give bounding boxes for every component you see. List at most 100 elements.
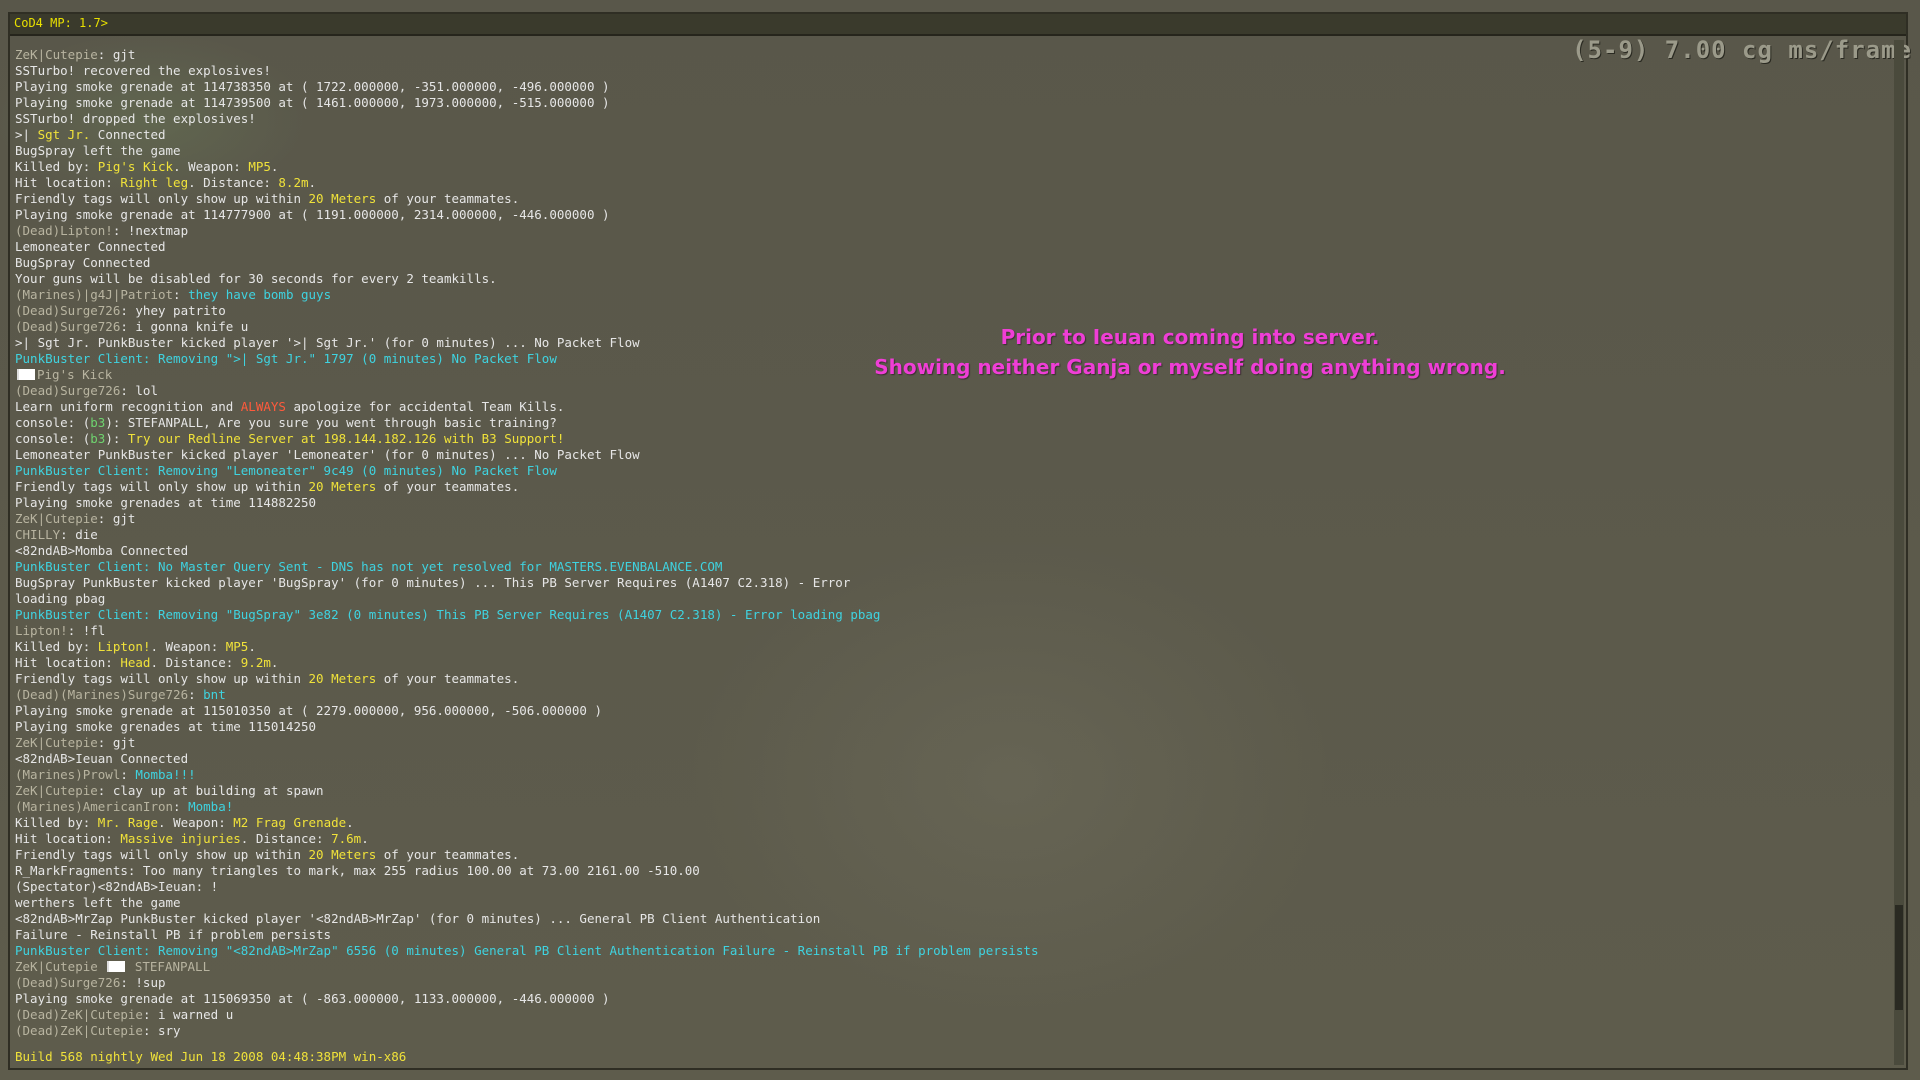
annotation-line-1: Prior to Ieuan coming into server.	[1000, 325, 1380, 349]
console-text: : !sup	[120, 975, 166, 990]
console-text: of your teammates.	[376, 191, 520, 206]
console-line: loading pbag	[15, 591, 1885, 607]
console-text: : !fl	[67, 623, 106, 638]
console-text: Momba!	[188, 799, 234, 814]
console-text: of your teammates.	[376, 479, 520, 494]
console-text: <82ndAB>Momba Connected	[15, 543, 189, 558]
console-line: Playing smoke grenade at 114739500 at ( …	[15, 95, 1885, 111]
console-line: console: (b3): Try our Redline Server at…	[15, 431, 1885, 447]
console-line: PunkBuster Client: Removing "<82ndAB>MrZ…	[15, 943, 1885, 959]
console-line: (Dead)Surge726: !sup	[15, 975, 1885, 991]
console-text: werthers left the game	[15, 895, 181, 910]
console-text: (Dead)Surge726	[15, 975, 121, 990]
console-text: : gjt	[97, 47, 136, 62]
console-line: <82ndAB>MrZap PunkBuster kicked player '…	[15, 911, 1885, 927]
console-text: b3	[90, 431, 106, 446]
console-line: console: (b3): STEFANPALL, Are you sure …	[15, 415, 1885, 431]
console-text: <82ndAB>MrZap PunkBuster kicked player '…	[15, 911, 821, 926]
console-line: (Dead)(Marines)Surge726: bnt	[15, 687, 1885, 703]
console-text: PunkBuster Client: Removing "<82ndAB>MrZ…	[15, 943, 1039, 958]
console-text: console: (	[15, 431, 91, 446]
console-text: . Distance:	[150, 655, 241, 670]
console-text: :	[188, 687, 204, 702]
console-text: Friendly tags will only show up within	[15, 847, 309, 862]
console-text: Hit location:	[15, 831, 121, 846]
console-text: (Dead)Surge726	[15, 319, 121, 334]
console-text: Momba!!!	[135, 767, 196, 782]
console-text: 7.6m	[331, 831, 362, 846]
console-line: ZeK|Cutepie: gjt	[15, 47, 1885, 63]
console-text: . Distance:	[240, 831, 332, 846]
console-text: : i gonna knife u	[120, 319, 249, 334]
console-text: STEFANPALL	[127, 959, 211, 974]
console-text: b3	[90, 415, 106, 430]
console-line: Playing smoke grenade at 114738350 at ( …	[15, 79, 1885, 95]
flag-icon	[107, 961, 126, 972]
console-text: BugSpray left the game	[15, 143, 181, 158]
console-line: Playing smoke grenades at time 114882250	[15, 495, 1885, 511]
console-line: CHILLY: die	[15, 527, 1885, 543]
console-text: Sgt Jr.	[37, 127, 91, 142]
console-text: : !nextmap	[112, 223, 189, 238]
console-text: .	[270, 159, 279, 174]
console-text: of your teammates.	[376, 847, 520, 862]
console-line: <82ndAB>Ieuan Connected	[15, 751, 1885, 767]
annotation-line-2: Showing neither Ganja or myself doing an…	[874, 355, 1506, 379]
console-text: ): STEFANPALL, Are you sure you went thr…	[105, 415, 557, 430]
console-text: Pig's Kick	[37, 367, 113, 382]
console-text: . Weapon:	[173, 159, 249, 174]
console-text: 20 Meters	[308, 479, 377, 494]
console-text: >| Sgt Jr. PunkBuster kicked player '>| …	[15, 335, 640, 350]
console-text: ALWAYS	[240, 399, 286, 414]
console-line: Your guns will be disabled for 30 second…	[15, 271, 1885, 287]
console-line: (Spectator)<82ndAB>Ieuan: !	[15, 879, 1885, 895]
console-line: BugSpray PunkBuster kicked player 'BugSp…	[15, 575, 1885, 591]
console-text: (Dead)Surge726	[15, 383, 121, 398]
flag-icon	[17, 369, 35, 380]
console-text: 20 Meters	[308, 671, 377, 686]
console-text: .	[270, 655, 279, 670]
console-text: Playing smoke grenade at 115010350 at ( …	[15, 703, 602, 718]
annotation-overlay: Prior to Ieuan coming into server. Showi…	[860, 322, 1520, 382]
console-title-bar: CoD4 MP: 1.7>	[10, 14, 1906, 36]
console-text: Playing smoke grenade at 115069350 at ( …	[15, 991, 610, 1006]
console-line: PunkBuster Client: Removing "BugSpray" 3…	[15, 607, 1885, 623]
console-text: PunkBuster Client: No Master Query Sent …	[15, 559, 723, 574]
console-text: PunkBuster Client: Removing "Lemoneater"…	[15, 463, 557, 478]
console-text: Playing smoke grenades at time 115014250	[15, 719, 317, 734]
console-line: (Dead)ZeK|Cutepie: i warned u	[15, 1007, 1885, 1023]
console-text: Hit location:	[15, 175, 121, 190]
console-text: Lipton!	[97, 639, 151, 654]
console-line: Friendly tags will only show up within 2…	[15, 847, 1885, 863]
console-text: 20 Meters	[308, 847, 377, 862]
console-scrollbar-thumb[interactable]	[1895, 905, 1903, 1010]
console-text: Failure - Reinstall PB if problem persis…	[15, 927, 332, 942]
console-text: bnt	[203, 687, 226, 702]
console-text: (Dead)Lipton!	[15, 223, 113, 238]
console-line: (Dead)Lipton!: !nextmap	[15, 223, 1885, 239]
console-text: Playing smoke grenades at time 114882250	[15, 495, 317, 510]
console-text: ):	[105, 431, 128, 446]
console-text: Playing smoke grenade at 114739500 at ( …	[15, 95, 610, 110]
console-text: Your guns will be disabled for 30 second…	[15, 271, 497, 286]
console-line: Failure - Reinstall PB if problem persis…	[15, 927, 1885, 943]
console-line: Learn uniform recognition and ALWAYS apo…	[15, 399, 1885, 415]
console-line: Killed by: Mr. Rage. Weapon: M2 Frag Gre…	[15, 815, 1885, 831]
console-line: (Marines)AmericanIron: Momba!	[15, 799, 1885, 815]
console-text: . Distance:	[188, 175, 279, 190]
console-line: Lemoneater Connected	[15, 239, 1885, 255]
console-text: Head	[120, 655, 151, 670]
console-text: :	[173, 287, 189, 302]
console-text: Killed by:	[15, 639, 98, 654]
console-line: (Marines)|g4J|Patriot: they have bomb gu…	[15, 287, 1885, 303]
console-text: Lemoneater PunkBuster kicked player 'Lem…	[15, 447, 640, 462]
console-text: Killed by:	[15, 815, 98, 830]
console-title: CoD4 MP: 1.7>	[14, 16, 108, 30]
console-line: BugSpray Connected	[15, 255, 1885, 271]
console-line: Playing smoke grenade at 114777900 at ( …	[15, 207, 1885, 223]
console-text: : yhey patrito	[120, 303, 226, 318]
console-text: 8.2m	[278, 175, 309, 190]
console-text: .	[308, 175, 317, 190]
console-text: Lemoneater Connected	[15, 239, 166, 254]
console-text: Playing smoke grenade at 114738350 at ( …	[15, 79, 610, 94]
